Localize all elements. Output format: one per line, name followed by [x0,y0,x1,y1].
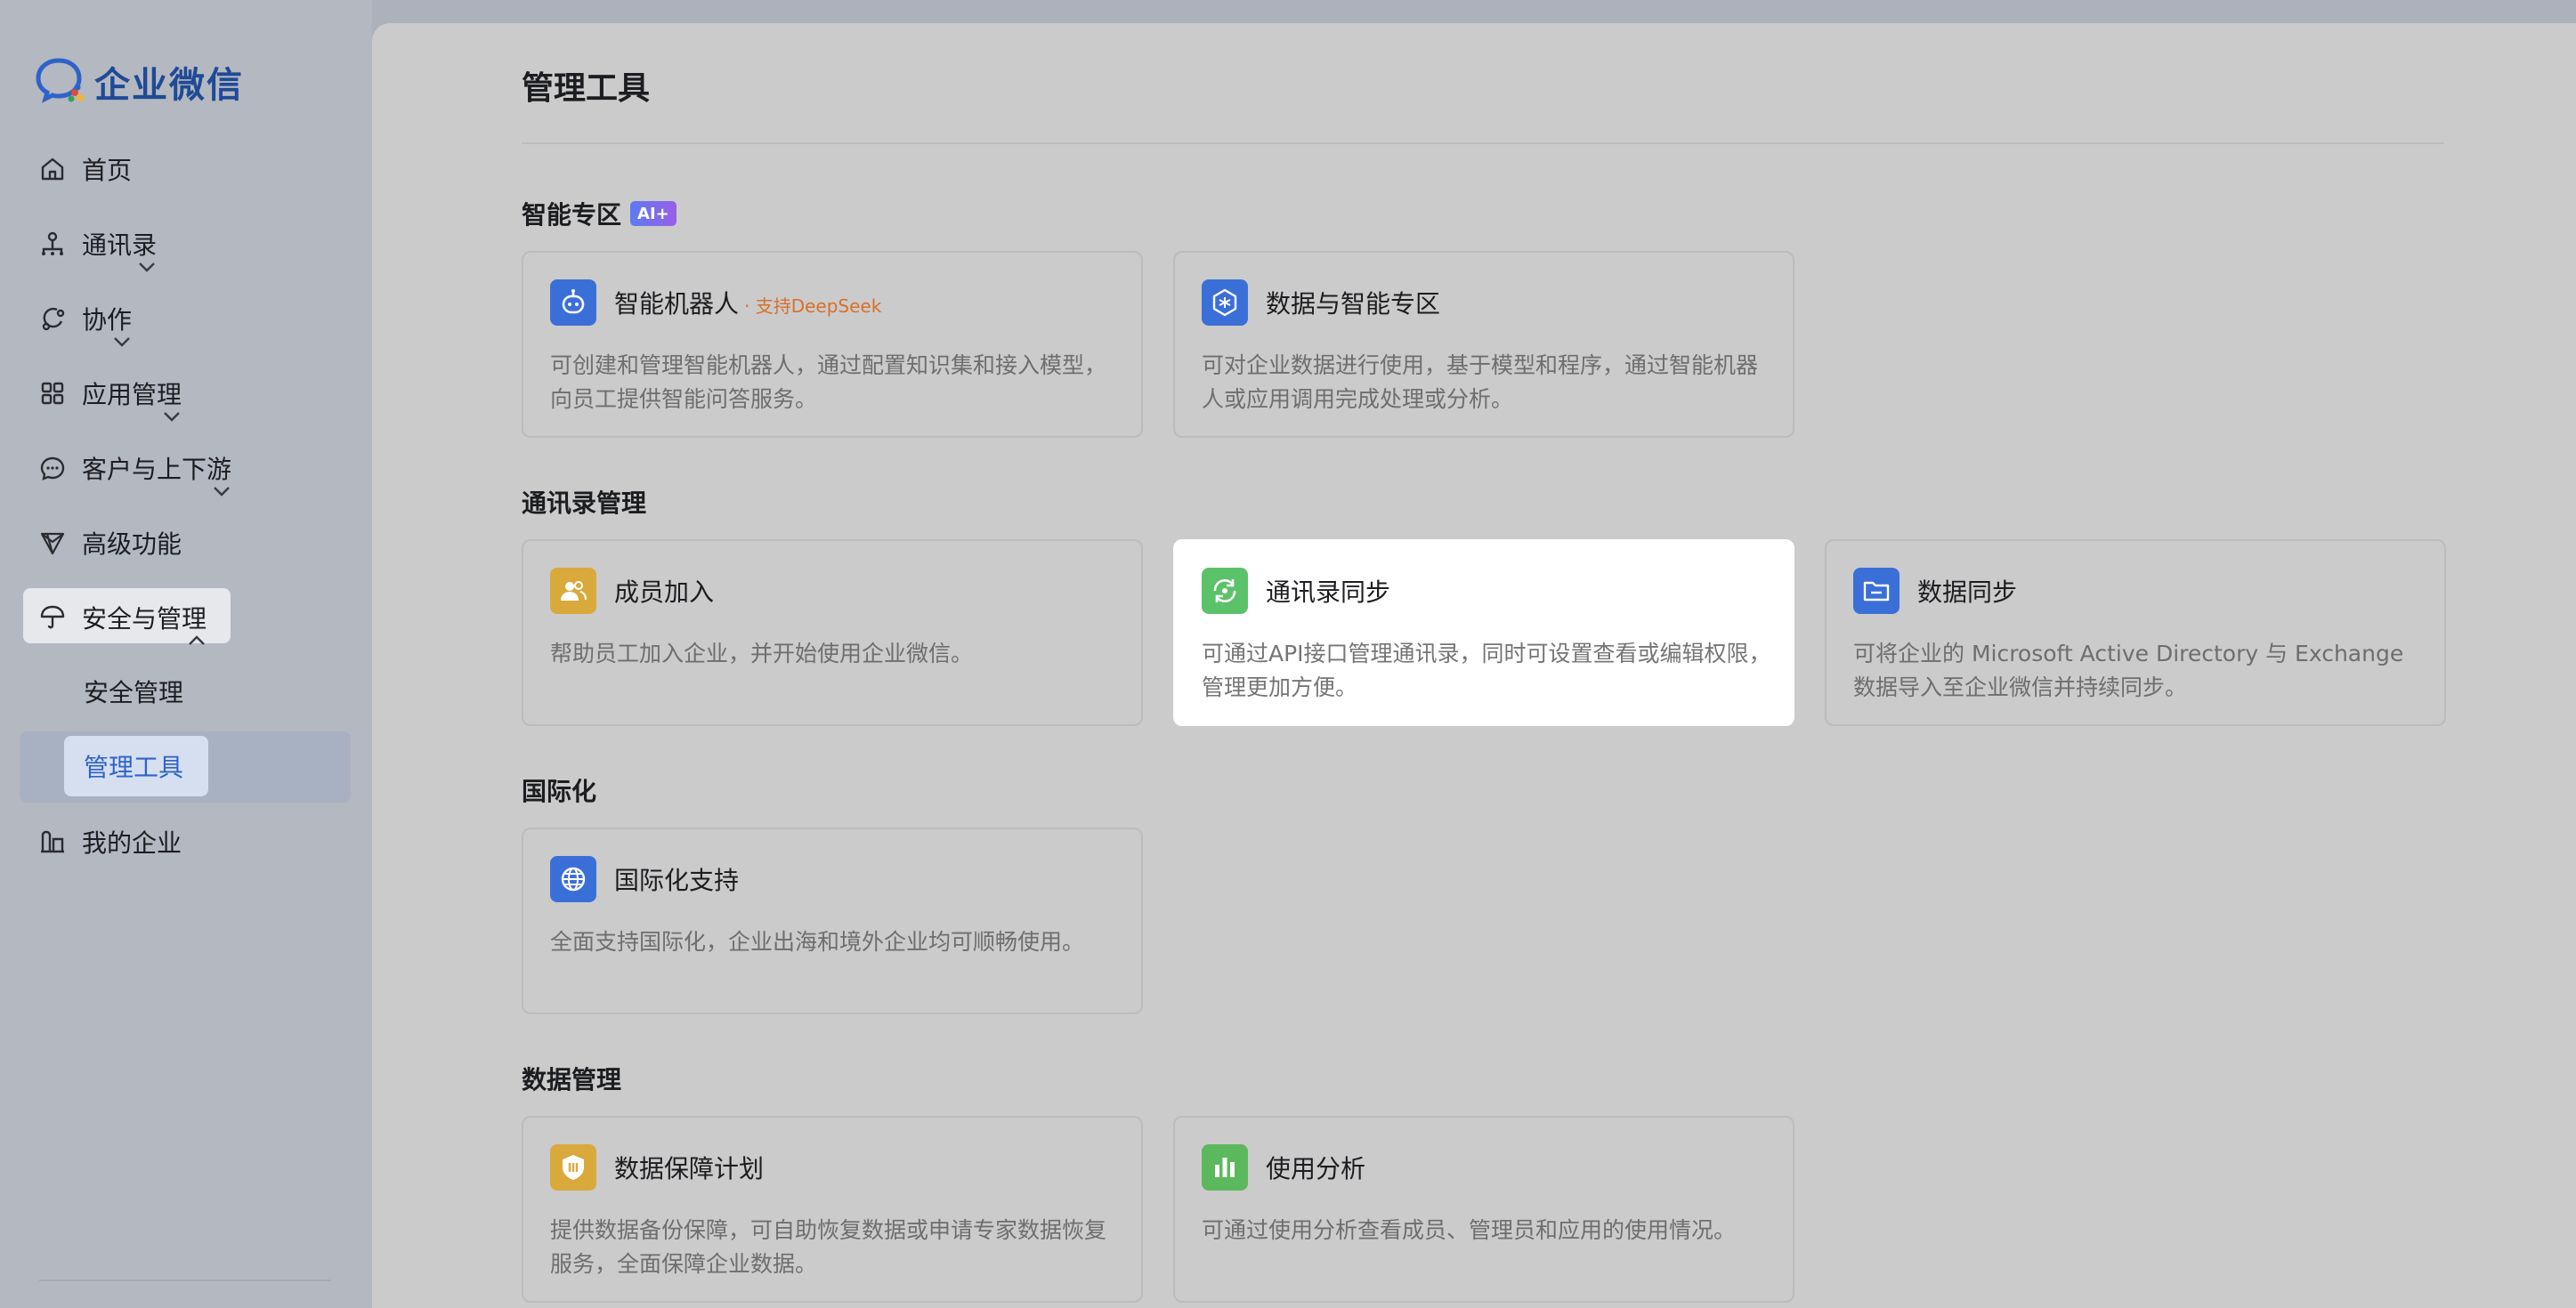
sidebar-item-home[interactable]: 首页 [23,140,351,198]
card-description: 可通过API接口管理通讯录，同时可设置查看或编辑权限，管理更加方便。 [1202,641,1771,700]
diamond-icon [39,529,66,556]
home-icon [39,156,66,182]
card-description: 可通过使用分析查看成员、管理员和应用的使用情况。 [1202,1217,1737,1243]
bar-chart-icon [1202,1144,1248,1191]
section-title-text: 通讯录管理 [522,488,647,518]
section-title-text: 智能专区 [522,200,622,230]
sidebar: 企业微信 首页 通讯录 协作 应用管理 客户与上下游 高级功能 安全与管理 安全… [0,0,372,1308]
wecom-logo-icon [36,57,87,107]
chevron-up-icon [187,627,207,647]
sidebar-item-advanced[interactable]: 高级功能 [23,513,351,572]
chevron-down-icon [137,254,157,273]
section-title-text: 国际化 [522,777,597,806]
card-title: 数据保障计划 [614,1154,765,1183]
card-title: 数据同步 [1917,577,2018,607]
sidebar-item-security[interactable]: 安全与管理 [23,588,351,647]
card-member-join[interactable]: 成员加入 帮助员工加入企业，并开始使用企业微信。 [522,539,1143,726]
page-title: 管理工具 [522,70,651,107]
card-description: 可将企业的 Microsoft Active Directory 与 Excha… [1853,641,2404,700]
section-title-internationalization: 国际化 [522,772,596,808]
card-description: 可创建和管理智能机器人，通过配置知识集和接入模型，向员工提供智能问答服务。 [550,352,1107,412]
sidebar-subitem-security-management[interactable]: 安全管理 [84,665,183,718]
section-title-text: 数据管理 [522,1065,622,1094]
sidebar-item-collaboration[interactable]: 协作 [23,289,351,348]
main-content: 管理工具 智能专区 AI+ 智能机器人 · 支持DeepSeek 可创建和管理智… [372,23,2576,1308]
building-icon [39,828,66,855]
apps-grid-icon [39,380,66,407]
chevron-down-icon [212,478,231,497]
deepseek-tag: · 支持DeepSeek [744,295,882,317]
shield-icon [550,1144,596,1191]
section-title-contacts-management: 通讯录管理 [522,484,646,520]
sidebar-item-app-management[interactable]: 应用管理 [23,364,351,423]
chevron-down-icon [162,403,182,423]
card-title: 数据与智能专区 [1266,289,1441,319]
sidebar-item-label: 高级功能 [82,529,182,559]
sidebar-item-contacts[interactable]: 通讯录 [23,214,351,273]
logo[interactable]: 企业微信 [36,57,244,107]
sidebar-item-label: 首页 [82,156,133,185]
card-data-protection-plan[interactable]: 数据保障计划 提供数据备份保障，可自助恢复数据或申请专家数据恢复服务，全面保障企… [522,1116,1143,1303]
hexagon-data-icon [1202,279,1248,326]
title-divider [522,142,2444,144]
robot-icon [550,279,596,326]
sidebar-divider [39,1280,331,1281]
card-description: 可对企业数据进行使用，基于模型和程序，通过智能机器人或应用调用完成处理或分析。 [1202,352,1759,412]
org-chart-icon [39,230,66,257]
collaboration-icon [39,305,66,332]
card-data-intelligence-zone[interactable]: 数据与智能专区 可对企业数据进行使用，基于模型和程序，通过智能机器人或应用调用完… [1173,251,1794,438]
chat-bubble-icon [39,455,66,481]
card-contacts-sync[interactable]: 通讯录同步 可通过API接口管理通讯录，同时可设置查看或编辑权限，管理更加方便。 [1173,539,1794,726]
sidebar-item-my-enterprise[interactable]: 我的企业 [23,812,351,871]
section-title-ai-zone: 智能专区 AI+ [522,196,676,231]
card-title: 国际化支持 [614,866,740,895]
card-title: 智能机器人 · 支持DeepSeek [614,285,881,320]
sidebar-item-customers[interactable]: 客户与上下游 [23,439,351,497]
sidebar-item-label: 客户与上下游 [82,455,232,484]
sidebar-subitem-management-tools[interactable]: 管理工具 [84,739,183,793]
members-icon [550,568,596,614]
logo-text: 企业微信 [94,65,244,106]
chevron-down-icon [112,328,132,348]
card-title-text: 智能机器人 [614,289,740,319]
card-description: 全面支持国际化，企业出海和境外企业均可顺畅使用。 [550,929,1085,955]
sync-icon [1202,568,1248,614]
card-data-sync[interactable]: 数据同步 可将企业的 Microsoft Active Directory 与 … [1825,539,2446,726]
card-international-support[interactable]: 国际化支持 全面支持国际化，企业出海和境外企业均可顺畅使用。 [522,828,1143,1014]
card-description: 帮助员工加入企业，并开始使用企业微信。 [550,641,974,666]
card-smart-robot[interactable]: 智能机器人 · 支持DeepSeek 可创建和管理智能机器人，通过配置知识集和接… [522,251,1143,438]
card-usage-analysis[interactable]: 使用分析 可通过使用分析查看成员、管理员和应用的使用情况。 [1173,1116,1794,1303]
card-description: 提供数据备份保障，可自助恢复数据或申请专家数据恢复服务，全面保障企业数据。 [550,1217,1107,1277]
sidebar-item-label: 我的企业 [82,828,182,858]
ai-badge: AI+ [630,201,676,226]
globe-icon [550,856,596,902]
app-window: 企业微信 首页 通讯录 协作 应用管理 客户与上下游 高级功能 安全与管理 安全… [0,0,2576,1308]
card-title: 通讯录同步 [1266,577,1391,607]
section-title-data-management: 数据管理 [522,1061,621,1096]
card-title: 成员加入 [614,577,715,607]
card-title: 使用分析 [1266,1154,1366,1183]
umbrella-icon [39,604,66,631]
folder-icon [1853,568,1900,614]
